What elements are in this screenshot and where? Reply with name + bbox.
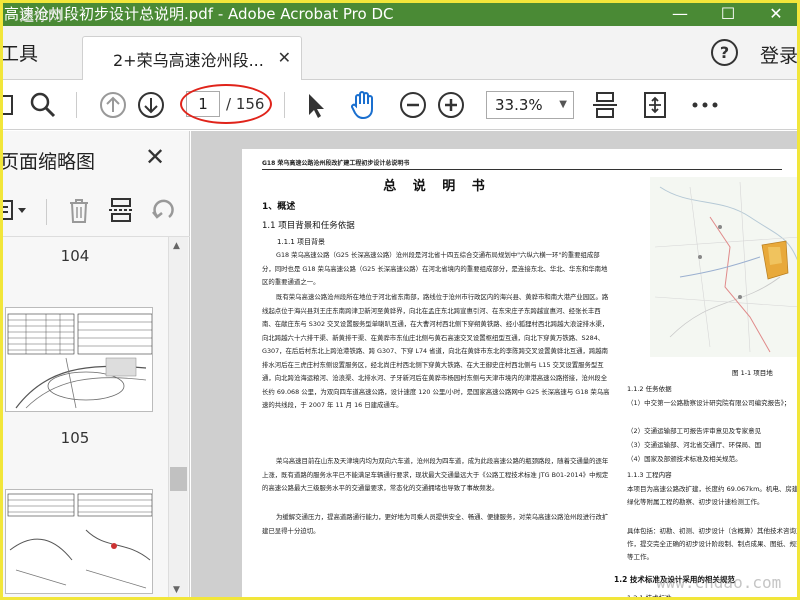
previous-page-icon[interactable] bbox=[98, 90, 128, 120]
scroll-down-icon[interactable]: ▼ bbox=[173, 585, 180, 595]
document-view[interactable]: G18 荣乌高速公路沧州段改扩建工程初步设计总说明书 总 说 明 书 1、概述 … bbox=[191, 131, 800, 600]
close-window-button[interactable]: ✕ bbox=[752, 0, 800, 26]
thumbnail-page-number: 104 bbox=[60, 247, 90, 265]
rotate-icon[interactable] bbox=[148, 195, 178, 225]
paragraph-3: 荣乌高速目前在山东及天津境内均为双向六车道，沧州段为四车道，成为此段高速公路的瓶… bbox=[262, 457, 609, 492]
panel-header: 页面缩略图 ✕ bbox=[0, 131, 190, 185]
full-screen-icon[interactable] bbox=[640, 90, 670, 120]
zoom-level-select[interactable]: 33.3% ▼ bbox=[486, 91, 574, 119]
paragraph-1: G18 荣乌高速公路（G25 长深高速公路）沧州段是河北省十四五综合交通布局规划… bbox=[262, 251, 608, 286]
project-location-map bbox=[650, 177, 800, 357]
pdf-page: G18 荣乌高速公路沧州段改扩建工程初步设计总说明书 总 说 明 书 1、概述 … bbox=[242, 149, 800, 600]
heading-project-content: 1.1.3 工程内容 bbox=[627, 471, 672, 479]
basis-item-4: （4）国家及部颁技术标准及相关规范。 bbox=[627, 455, 742, 463]
window-title: 高速沧州段初步设计总说明.pdf - Adobe Acrobat Pro DC bbox=[4, 4, 394, 23]
heading-background: 1.1 项目背景和任务依据 bbox=[262, 221, 355, 231]
title-bar: 高速沧州段初步设计总说明.pdf - Adobe Acrobat Pro DC … bbox=[0, 0, 800, 26]
basis-item-1: （1）中交第一公路勘察设计研究院有限公司编究报告》； bbox=[627, 399, 791, 407]
thumbnail-scrollbar[interactable]: ▲ ▼ bbox=[168, 237, 188, 600]
heading-overview: 1、概述 bbox=[262, 202, 296, 212]
toolbar-divider bbox=[284, 92, 285, 118]
panel-toolbar bbox=[0, 185, 190, 237]
search-icon[interactable] bbox=[28, 90, 58, 120]
document-title: 总 说 明 书 bbox=[383, 179, 491, 194]
scrollbar-thumb[interactable] bbox=[170, 467, 187, 491]
paragraph-4: 为缓解交通压力，提高道路通行能力，更好地为司乘人员提供安全、畅通、便捷服务，对荣… bbox=[262, 513, 609, 535]
tools-tab[interactable]: 工具 bbox=[0, 39, 38, 66]
maximize-button[interactable]: ☐ bbox=[704, 0, 752, 26]
document-tab-label: 2+荣乌高速沧州段... bbox=[113, 50, 264, 70]
fit-page-icon[interactable] bbox=[590, 90, 620, 120]
project-content-text: 本项目为高速公路改扩建，长度约 69.067km。机电、房建、绿化等附属工程的勘… bbox=[627, 485, 800, 506]
page-thumbnails-panel: 页面缩略图 ✕ 104 105 ▲ ▼ bbox=[0, 131, 190, 600]
insert-page-icon[interactable] bbox=[106, 195, 136, 225]
running-header: G18 荣乌高速公路沧州段改扩建工程初步设计总说明书 bbox=[262, 158, 782, 170]
figure-caption: 图 1-1 项目地 bbox=[732, 369, 773, 377]
sidebar-toggle-icon[interactable] bbox=[0, 90, 24, 120]
toolbar-divider bbox=[76, 92, 77, 118]
zoom-out-icon[interactable] bbox=[398, 90, 428, 120]
basis-item-2: （2）交通运输部工可报告评审意见及专家意见 bbox=[627, 427, 762, 435]
help-button[interactable]: ? bbox=[711, 39, 738, 66]
tab-row: 工具 2+荣乌高速沧州段... ✕ ? 登录 bbox=[0, 26, 800, 80]
zoom-in-icon[interactable] bbox=[436, 90, 466, 120]
document-tab[interactable]: 2+荣乌高速沧州段... ✕ bbox=[82, 36, 302, 80]
zoom-level-value: 33.3% bbox=[495, 96, 543, 114]
heading-technical-standards: 1.2.1 技术标准 bbox=[627, 594, 672, 600]
watermark-top: 送你网 bbox=[20, 9, 62, 25]
chevron-down-icon: ▼ bbox=[559, 99, 567, 110]
panel-divider bbox=[46, 199, 47, 225]
watermark-bottom: www.cndao.com bbox=[656, 573, 782, 592]
more-options-icon[interactable] bbox=[690, 90, 720, 120]
tab-close-icon[interactable]: ✕ bbox=[278, 48, 291, 67]
select-cursor-icon[interactable] bbox=[300, 90, 330, 120]
trash-icon[interactable] bbox=[64, 195, 94, 225]
thumbnail-options-icon[interactable] bbox=[0, 195, 26, 225]
thumbnail-drawing bbox=[7, 313, 152, 409]
scroll-up-icon[interactable]: ▲ bbox=[173, 241, 180, 251]
heading-task-basis: 1.1.2 任务依据 bbox=[627, 385, 672, 393]
panel-close-icon[interactable]: ✕ bbox=[145, 143, 165, 171]
heading-project-background: 1.1.1 项目背景 bbox=[277, 238, 326, 246]
page-thumbnail[interactable] bbox=[5, 307, 153, 412]
project-content-text-2: 具体包括：初勘、初测、初步设计（含概算）其他技术咨询工作，提交完全正确的初步设计… bbox=[627, 527, 800, 561]
minimize-button[interactable]: — bbox=[656, 0, 704, 26]
location-map-drawing bbox=[650, 177, 800, 357]
main-toolbar: 1 / 156 33.3% ▼ bbox=[0, 80, 800, 130]
page-thumbnail[interactable] bbox=[5, 489, 153, 594]
basis-item-3: （3）交通运输部、河北省交通厅、环保局、国 bbox=[627, 441, 762, 449]
thumbnail-drawing bbox=[7, 493, 152, 589]
paragraph-2: 既有荣乌高速公路沧州段所在地位于河北省东南部，路线位于沧州市行政区内的海兴县、黄… bbox=[262, 293, 610, 409]
next-page-icon[interactable] bbox=[136, 90, 166, 120]
red-annotation-ellipse bbox=[180, 84, 272, 124]
panel-title: 页面缩略图 bbox=[0, 151, 96, 173]
login-button[interactable]: 登录 bbox=[760, 41, 798, 68]
thumbnail-page-number: 105 bbox=[60, 429, 90, 447]
hand-tool-icon[interactable] bbox=[348, 90, 378, 120]
thumbnail-list: 104 105 bbox=[0, 237, 168, 600]
